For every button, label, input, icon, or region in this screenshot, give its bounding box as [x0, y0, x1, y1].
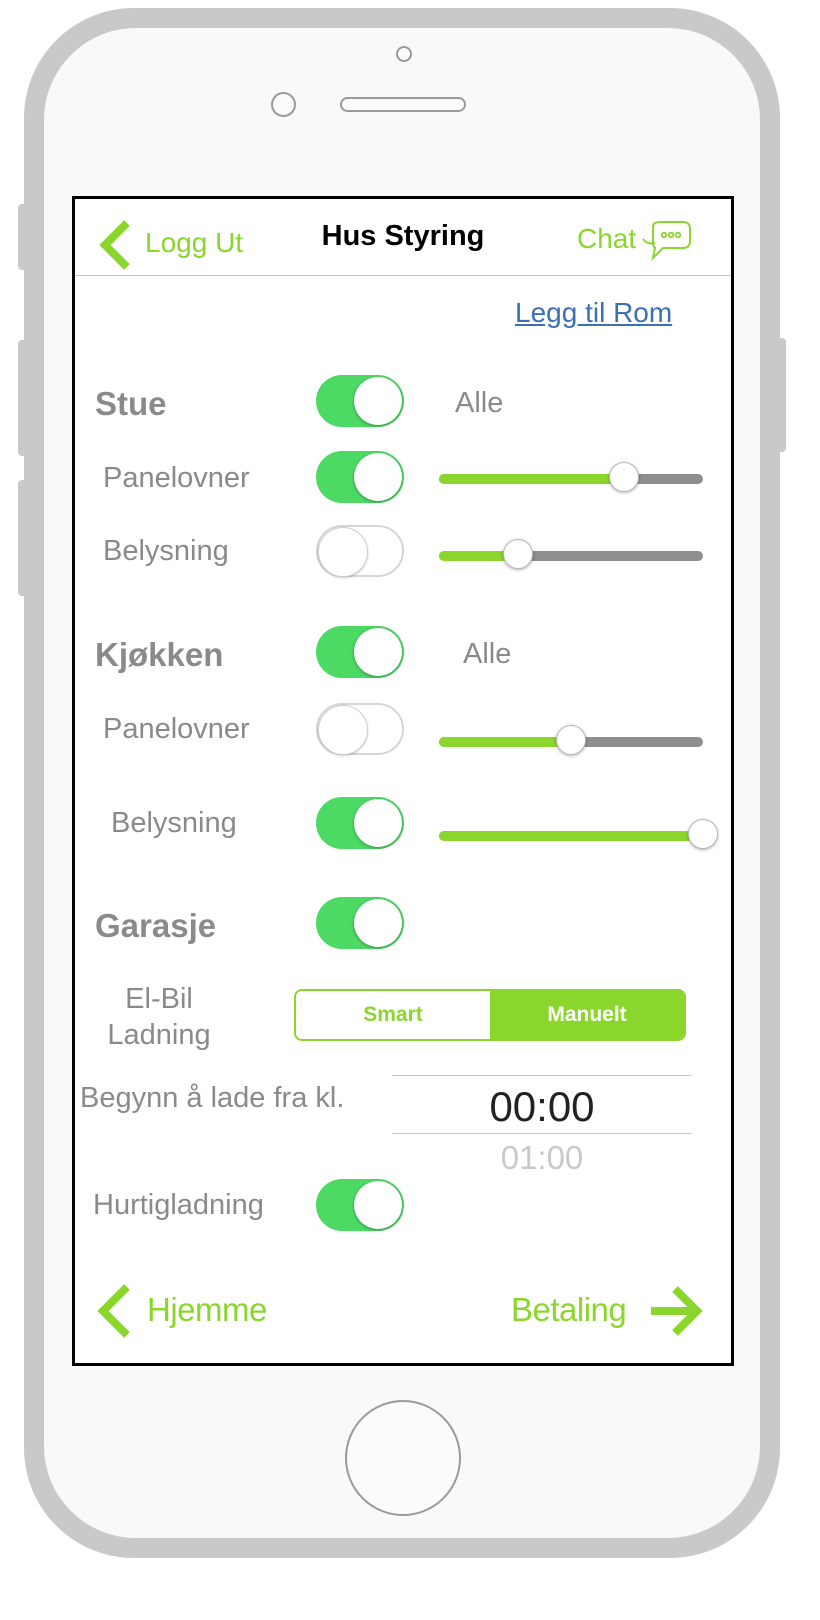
toggle-knob — [354, 1181, 402, 1229]
add-room-link[interactable]: Legg til Rom — [515, 297, 672, 329]
picker-selected-time[interactable]: 00:00 — [392, 1083, 692, 1131]
phone-home-button[interactable] — [345, 1400, 461, 1516]
toggle-knob — [318, 527, 368, 577]
chevron-left-icon — [99, 220, 130, 270]
phone-speaker — [340, 97, 466, 112]
home-back-label: Hjemme — [147, 1291, 267, 1328]
room-name-garasje: Garasje — [95, 907, 217, 944]
chat-button[interactable]: Chat — [577, 217, 707, 267]
phone-volume-up — [18, 340, 30, 456]
room-name-kjokken: Kjøkken — [95, 636, 224, 673]
picker-next-time[interactable]: 01:00 — [392, 1139, 692, 1177]
slider-thumb[interactable] — [556, 725, 586, 755]
fast-charge-toggle[interactable] — [316, 1179, 404, 1231]
slider-fill — [439, 831, 703, 841]
phone-sensor — [396, 46, 412, 62]
time-picker[interactable]: 00:00 01:00 — [392, 1075, 692, 1185]
room-toggle-stue[interactable] — [316, 375, 404, 427]
ev-charging-label: El-Bil Ladning — [89, 981, 229, 1053]
picker-line-top — [392, 1075, 692, 1076]
device-name-kjokken-panelovner: Panelovner — [103, 713, 250, 745]
device-toggle-kjokken-belysning[interactable] — [316, 797, 404, 849]
picker-line-bottom — [392, 1133, 692, 1134]
arrow-right-icon — [651, 1286, 703, 1336]
device-toggle-stue-belysning[interactable] — [316, 525, 404, 577]
logout-label: Logg Ut — [145, 227, 244, 258]
home-back-button[interactable]: Hjemme — [95, 1281, 295, 1341]
charging-mode-segmented-control: Smart Manuelt — [294, 989, 686, 1041]
room-toggle-kjokken[interactable] — [316, 626, 404, 678]
page-title: Hus Styring — [321, 220, 485, 252]
device-toggle-kjokken-panelovner[interactable] — [316, 703, 404, 755]
level-slider-stue-belysning[interactable] — [439, 539, 703, 569]
slider-fill — [439, 474, 624, 484]
toggle-knob — [318, 705, 368, 755]
phone-volume-down — [18, 480, 30, 596]
payment-next-button[interactable]: Betaling — [511, 1281, 711, 1341]
device-name-stue-belysning: Belysning — [103, 535, 229, 567]
toggle-knob — [354, 628, 402, 676]
charge-start-label: Begynn å lade fra kl. — [80, 1082, 345, 1114]
chat-bubble-icon — [642, 221, 691, 262]
fast-charge-label: Hurtigladning — [93, 1189, 264, 1221]
device-toggle-stue-panelovner[interactable] — [316, 451, 404, 503]
ev-charging-label-line1: El-Bil — [125, 983, 193, 1015]
slider-thumb[interactable] — [608, 462, 639, 492]
toggle-knob — [354, 453, 402, 501]
device-name-kjokken-belysning: Belysning — [111, 807, 237, 839]
level-slider-kjokken-belysning[interactable] — [439, 819, 718, 849]
mode-manuelt-segment[interactable]: Manuelt — [490, 991, 684, 1039]
app-screen: Logg Ut Hus Styring Chat Legg til Rom St… — [72, 196, 734, 1366]
slider-fill — [439, 737, 571, 747]
device-name-stue-panelovner: Panelovner — [103, 462, 250, 494]
all-label-stue: Alle — [455, 387, 504, 419]
chevron-left-icon — [97, 1284, 130, 1338]
phone-power-button — [774, 338, 786, 452]
all-label-kjokken: Alle — [463, 638, 512, 670]
ev-charging-label-line2: Ladning — [107, 1019, 211, 1051]
slider-thumb[interactable] — [503, 539, 534, 569]
room-toggle-garasje[interactable] — [316, 897, 404, 949]
toggle-knob — [354, 377, 402, 425]
nav-divider — [75, 275, 731, 276]
payment-next-label: Betaling — [511, 1291, 627, 1328]
chat-label: Chat — [577, 223, 637, 254]
phone-camera — [271, 92, 296, 117]
level-slider-stue-panelovner[interactable] — [439, 462, 703, 492]
phone-mute-switch — [18, 204, 30, 270]
level-slider-kjokken-panelovner[interactable] — [439, 725, 703, 755]
room-name-stue: Stue — [95, 385, 167, 422]
toggle-knob — [354, 899, 402, 947]
mode-smart-segment[interactable]: Smart — [296, 991, 490, 1039]
slider-thumb[interactable] — [688, 819, 718, 849]
logout-button[interactable]: Logg Ut — [97, 217, 257, 271]
toggle-knob — [354, 799, 402, 847]
